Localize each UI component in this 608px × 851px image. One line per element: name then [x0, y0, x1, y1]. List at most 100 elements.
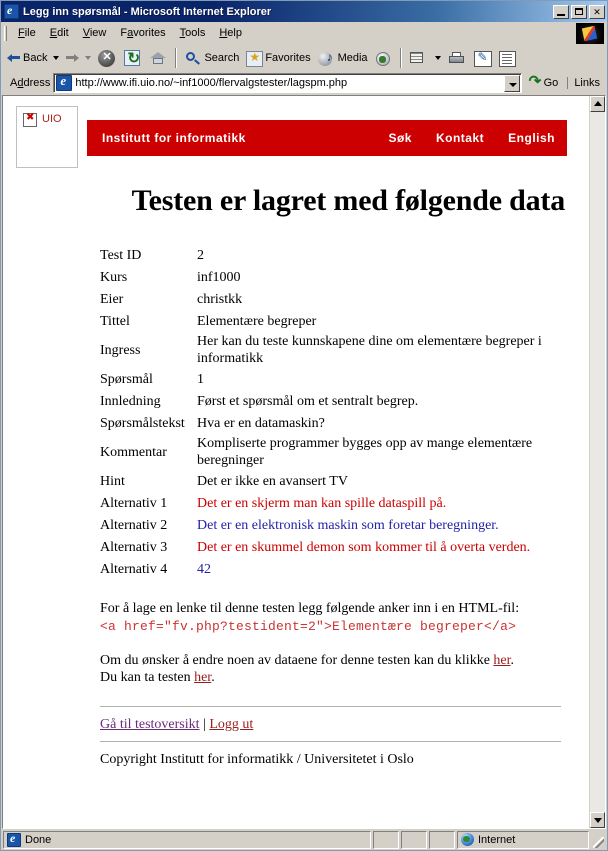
row-value: Her kan du teste kunnskapene dine om ele… — [197, 334, 542, 366]
resize-grip[interactable] — [591, 831, 605, 849]
row-label: Test ID — [100, 247, 142, 263]
row-value: Det er en elektronisk maskin som foretar… — [197, 517, 499, 533]
row-value: Hva er en datamaskin? — [197, 415, 325, 431]
print-button[interactable] — [444, 47, 470, 69]
take-test-link[interactable]: her — [194, 670, 211, 685]
window-title: Legg inn spørsmål - Microsoft Internet E… — [23, 5, 272, 18]
copyright-text: Copyright Institutt for informatikk / Un… — [100, 752, 414, 767]
divider-bottom — [100, 741, 561, 742]
row-value: Det er en skjerm man kan spille dataspil… — [197, 495, 447, 511]
media-button[interactable]: Media — [314, 47, 371, 69]
minimize-button[interactable] — [553, 4, 569, 19]
uio-logo-box[interactable]: UIO — [16, 106, 78, 168]
star-icon — [246, 50, 264, 67]
maximize-button[interactable] — [571, 4, 587, 19]
printer-icon — [448, 51, 467, 67]
row-label: Innledning — [100, 393, 161, 409]
status-ie-icon — [7, 831, 21, 847]
status-pane-2 — [373, 830, 399, 849]
toolbar-separator-2 — [399, 48, 402, 68]
edit-pencil-icon — [473, 50, 492, 67]
browser-viewport: UIO Institutt for informatikk Søk Kontak… — [2, 95, 606, 829]
status-message: Done — [25, 833, 52, 846]
edit-button[interactable] — [470, 47, 495, 69]
test-data-table: Test ID 2 Kurs inf1000 Eier christkk Tit… — [3, 244, 589, 580]
edit-instructions: Om du ønsker å endre noen av dataene for… — [3, 652, 589, 686]
banner-link-kontakt[interactable]: Kontakt — [436, 131, 484, 145]
menu-tools[interactable]: Tools — [173, 25, 213, 41]
forward-button[interactable] — [62, 47, 82, 69]
mail-dropdown-icon[interactable] — [434, 56, 441, 60]
menu-view[interactable]: View — [76, 25, 114, 41]
history-button[interactable] — [371, 47, 396, 69]
refresh-button[interactable] — [119, 47, 145, 69]
row-label: Spørsmålstekst — [100, 415, 185, 431]
page-favicon — [56, 73, 73, 91]
testoversikt-link[interactable]: Gå til testoversikt — [100, 717, 200, 732]
back-dropdown-icon[interactable] — [53, 56, 60, 60]
table-row: Eier christkk — [100, 288, 589, 310]
anchor-instructions: For å lage en lenke til denne testen leg… — [3, 600, 589, 635]
mail-button[interactable] — [406, 47, 432, 69]
table-row: Kurs inf1000 — [100, 266, 589, 288]
discuss-button[interactable] — [495, 47, 519, 69]
banner-link-sok[interactable]: Søk — [388, 131, 412, 145]
menu-favorites[interactable]: Favorites — [113, 25, 172, 41]
footer-links: Gå til testoversikt | Logg ut — [3, 716, 589, 733]
banner-link-english[interactable]: English — [508, 131, 555, 145]
links-button[interactable]: Links — [567, 77, 604, 89]
logout-link[interactable]: Logg ut — [209, 717, 253, 732]
favorites-button[interactable]: Favorites — [242, 47, 313, 69]
edit-text-after: . — [510, 653, 515, 668]
edit-test-link[interactable]: her — [493, 653, 510, 668]
search-button[interactable]: Search — [181, 47, 242, 69]
vertical-scrollbar[interactable] — [589, 96, 605, 828]
home-icon — [149, 50, 167, 66]
menu-file[interactable]: File — [11, 25, 43, 41]
banner-title: Institutt for informatikk — [102, 131, 246, 145]
back-label: Back — [23, 52, 48, 64]
history-globe-icon — [375, 51, 393, 68]
security-zone-label: Internet — [478, 833, 516, 846]
table-row: Alternativ 2 Det er en elektronisk maski… — [100, 514, 589, 536]
refresh-icon — [124, 49, 141, 67]
menu-help[interactable]: Help — [212, 25, 249, 41]
table-row: Spørsmål 1 — [100, 368, 589, 390]
media-label: Media — [337, 52, 368, 64]
address-input[interactable]: http://www.ifi.uio.no/~inf1000/flervalgs… — [53, 73, 522, 93]
home-button[interactable] — [145, 47, 171, 69]
status-bar: Done Internet — [1, 829, 607, 850]
menu-edit[interactable]: Edit — [43, 25, 76, 41]
forward-dropdown-icon[interactable] — [85, 56, 92, 60]
scroll-up-button[interactable] — [590, 96, 605, 112]
stop-button[interactable] — [94, 47, 119, 69]
row-label: Ingress — [100, 342, 141, 358]
anchor-code-snippet: <a href="fv.php?testident=2">Elementære … — [100, 619, 517, 634]
ifi-banner: Institutt for informatikk Søk Kontakt En… — [87, 120, 567, 156]
address-dropdown-button[interactable] — [503, 74, 520, 92]
row-label: Hint — [100, 473, 125, 489]
security-zone-pane[interactable]: Internet — [457, 830, 589, 849]
scroll-down-button[interactable] — [590, 812, 605, 828]
back-button[interactable]: Back — [4, 47, 50, 69]
broken-image-icon — [23, 112, 37, 127]
table-row: Spørsmålstekst Hva er en datamaskin? — [100, 412, 589, 434]
mail-icon — [409, 51, 429, 67]
status-pane-4 — [429, 830, 455, 849]
status-message-pane: Done — [3, 830, 371, 849]
row-value: Først et spørsmål om et sentralt begrep. — [197, 393, 419, 409]
table-row: Alternativ 4 42 — [100, 558, 589, 580]
row-label: Spørsmål — [100, 371, 153, 387]
table-row: Hint Det er ikke en avansert TV — [100, 470, 589, 492]
row-value: 2 — [197, 247, 204, 263]
toolbar-separator — [175, 48, 178, 68]
close-button[interactable]: ✕ — [589, 4, 605, 19]
menu-grip[interactable] — [4, 25, 7, 41]
scroll-track[interactable] — [590, 112, 605, 812]
internet-zone-globe-icon — [461, 833, 474, 846]
go-button[interactable]: Go — [525, 72, 563, 90]
arrow-left-icon — [7, 53, 21, 64]
table-row: Kommentar Kompliserte programmer bygges … — [100, 434, 589, 470]
table-row: Innledning Først et spørsmål om et sentr… — [100, 390, 589, 412]
table-row: Ingress Her kan du teste kunnskapene din… — [100, 332, 589, 368]
